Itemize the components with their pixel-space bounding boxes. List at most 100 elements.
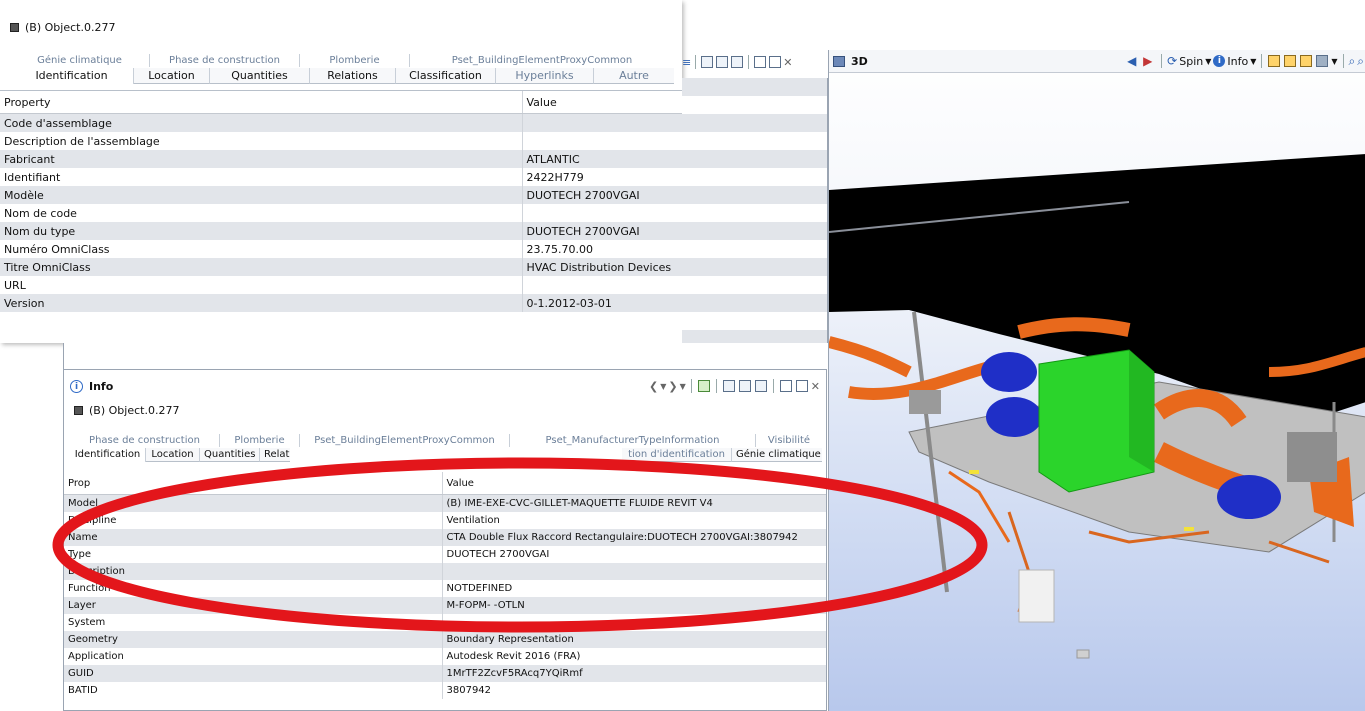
toolbar-separator [690,379,692,393]
chevron-down-icon[interactable]: ▼ [660,382,666,391]
info-panel: i Info ❮ ▼ ❯ ▼ ✕ (B) Object.0.277 Phase … [63,369,827,711]
tab-phase-construction[interactable]: Phase de construction [150,54,300,67]
maximize-icon[interactable] [769,56,782,68]
table-row[interactable]: Version 0-1.2012-03-01 [0,294,682,312]
collapse-icon[interactable] [716,56,729,68]
tab-phase-construction[interactable]: Phase de construction [70,434,220,447]
table-row[interactable]: BATID 3807942 [64,682,826,699]
tab-row-front: Identification Location Quantities Relat… [10,68,674,84]
table-row[interactable]: Layer M-FOPM- -OTLN [64,597,826,614]
collapse-icon[interactable] [738,380,751,392]
box-view-icon[interactable] [1300,55,1313,67]
property-cell: Application [64,648,443,665]
table-row[interactable]: Type DUOTECH 2700VGAI [64,546,826,563]
spin-icon[interactable]: ⟳ [1167,54,1177,68]
table-row[interactable]: Nom du type DUOTECH 2700VGAI [0,222,682,240]
restore-icon[interactable] [779,380,792,392]
table-row[interactable]: Numéro OmniClass 23.75.70.00 [0,240,682,258]
tab-relations[interactable]: Relations [310,68,396,84]
table-row[interactable]: GUID 1MrTF2ZcvF5RAcq7YQiRmf [64,665,826,682]
info-label[interactable]: Info [1227,55,1248,68]
tab-identification[interactable]: Identification [70,448,146,462]
zoom-icon[interactable]: ⌕ [1357,54,1364,69]
tab-pset-building[interactable]: Pset_BuildingElementProxyCommon [300,434,510,447]
list-icon[interactable] [731,56,744,68]
tab-classification[interactable]: Classification [396,68,496,84]
chevron-down-icon[interactable]: ▼ [1250,57,1256,66]
tab-location[interactable]: Location [134,68,210,84]
expand-icon[interactable] [722,380,735,392]
column-header-property[interactable]: Property [0,91,523,114]
table-row[interactable]: Discipline Ventilation [64,512,826,529]
value-cell [442,563,826,580]
box-view-icon[interactable] [1284,55,1297,67]
table-row[interactable]: URL [0,276,682,294]
value-cell: HVAC Distribution Devices [522,258,682,276]
tab-identification[interactable]: Identification [10,68,134,84]
tab-hyperlinks[interactable]: Hyperlinks [496,68,594,84]
box-view-icon[interactable] [1268,55,1281,67]
tab-quantities[interactable]: Quantities [200,448,260,462]
table-row[interactable]: Model (B) IME-EXE-CVC-GILLET-MAQUETTE FLU… [64,494,826,512]
nav-back-icon[interactable]: ❮ [649,380,658,393]
tab-pset-manufacturer[interactable]: Pset_ManufacturerTypeInformation [510,434,756,447]
table-row[interactable]: Application Autodesk Revit 2016 (FRA) [64,648,826,665]
filter-icon[interactable]: ≡ [682,56,691,69]
info-title: Info [89,380,114,393]
tab-pset-building[interactable]: Pset_BuildingElementProxyCommon [410,54,674,67]
chevron-down-icon[interactable]: ▼ [680,382,686,391]
property-cell: Numéro OmniClass [0,240,523,258]
table-row[interactable]: Titre OmniClass HVAC Distribution Devices [0,258,682,276]
table-row[interactable]: Nom de code [0,204,682,222]
3d-view[interactable]: 3D ◀ ▶ ⟳ Spin ▼ i Info ▼ ▼ ⌕ ⌕ [828,50,1365,711]
table-row[interactable]: Code d'assemblage [0,113,682,132]
spin-label[interactable]: Spin [1179,55,1203,68]
info-icon[interactable]: i [1213,55,1226,67]
table-row[interactable]: Identifiant 2422H779 [0,168,682,186]
back-icon[interactable]: ◀ [1127,55,1139,67]
tab-location[interactable]: Location [146,448,200,462]
column-header-value[interactable]: Value [442,472,826,495]
shade-icon[interactable] [1316,55,1329,67]
table-row[interactable]: Modèle DUOTECH 2700VGAI [0,186,682,204]
property-cell: Nom de code [0,204,523,222]
table-row[interactable]: Name CTA Double Flux Raccord Rectangulair… [64,529,826,546]
value-cell: Ventilation [442,512,826,529]
column-header-property[interactable]: Prop [64,472,443,495]
toolbar-separator [748,55,750,69]
tab-identification-info[interactable]: tion d'identification [622,448,732,462]
restore-icon[interactable] [754,56,767,68]
silencer [1217,475,1281,519]
table-row[interactable]: Function NOTDEFINED [64,580,826,597]
link-icon[interactable] [697,380,710,392]
maximize-icon[interactable] [795,380,808,392]
table-row[interactable]: Description [64,563,826,580]
close-icon[interactable]: ✕ [811,380,820,393]
list-icon[interactable] [754,380,767,392]
value-cell: 3807942 [442,682,826,699]
tab-genie-climatique[interactable]: Génie climatique [10,54,150,67]
value-cell [522,132,682,150]
tab-plomberie[interactable]: Plomberie [300,54,410,67]
tab-quantities[interactable]: Quantities [210,68,310,84]
tab-relations[interactable]: Relati [260,448,290,462]
tab-autre[interactable]: Autre [594,68,674,84]
table-row[interactable]: Fabricant ATLANTIC [0,150,682,168]
table-row[interactable]: System [64,614,826,631]
table-row[interactable]: Geometry Boundary Representation [64,631,826,648]
properties-panel-top: (B) Object.0.277 Génie climatique Phase … [0,0,682,343]
expand-icon[interactable] [701,56,714,68]
column-header-value[interactable]: Value [522,91,682,114]
zoom-icon[interactable]: ⌕ [1349,54,1356,69]
close-icon[interactable]: ✕ [783,56,792,69]
nav-forward-icon[interactable]: ❯ [668,380,677,393]
tab-visibilite[interactable]: Visibilité [756,434,822,447]
chevron-down-icon[interactable]: ▼ [1205,57,1211,66]
table-row[interactable]: Description de l'assemblage [0,132,682,150]
forward-icon[interactable]: ▶ [1143,55,1155,67]
tab-genie-climatique[interactable]: Génie climatique [732,448,822,462]
chevron-down-icon[interactable]: ▼ [1331,57,1337,66]
toolbar-separator [1261,54,1263,68]
property-table-top: Property Value Code d'assemblage Descript… [0,91,682,312]
tab-plomberie[interactable]: Plomberie [220,434,300,447]
